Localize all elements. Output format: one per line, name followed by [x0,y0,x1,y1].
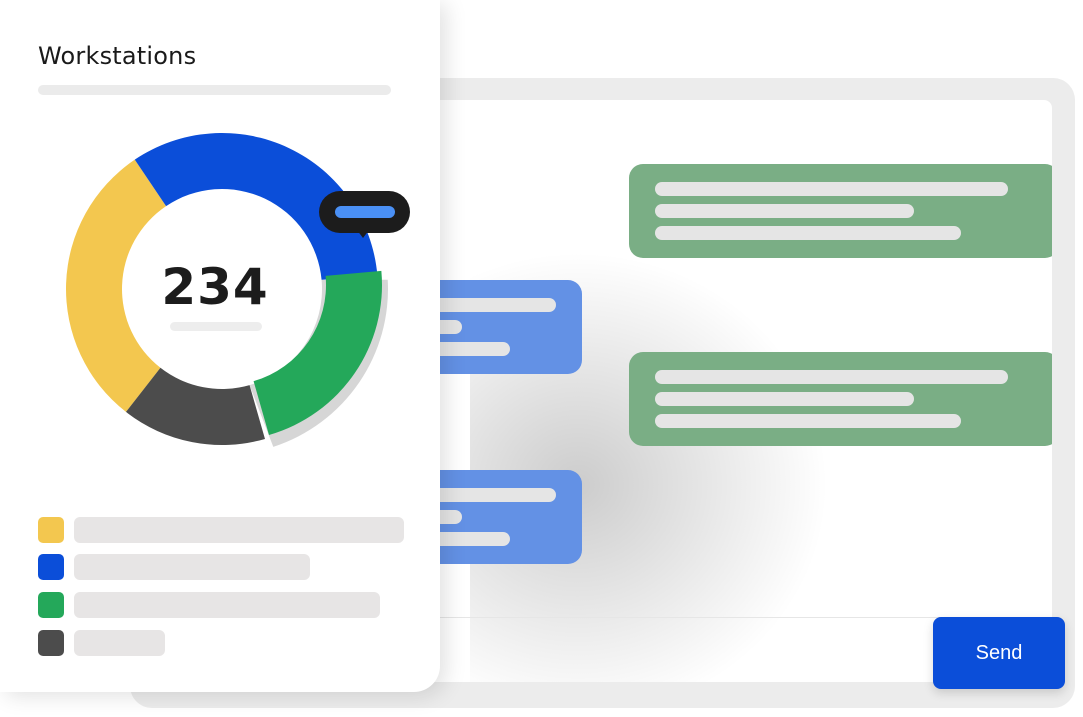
legend-swatch-yellow [38,517,64,543]
outgoing-message-bubble [629,352,1052,446]
total-count: 234 [161,258,269,316]
legend-label-placeholder [74,630,165,656]
message-text-line [655,204,914,218]
workstations-card: Workstations 234 [0,0,440,692]
legend-swatch-blue [38,554,64,580]
message-text-line [655,370,1008,384]
message-text-line [655,182,1008,196]
chart-tooltip-pointer [354,226,372,238]
legend-label-placeholder [74,517,404,543]
send-button[interactable]: Send [933,617,1065,689]
message-text-line [655,226,961,240]
message-text-line [655,414,961,428]
outgoing-message-bubble [629,164,1052,258]
legend-label-placeholder [74,554,310,580]
legend-swatch-green [38,592,64,618]
legend-label-placeholder [74,592,380,618]
total-caption-placeholder [170,322,262,331]
message-text-line [655,392,914,406]
donut-chart [65,133,389,447]
chart-tooltip-value-bar [335,206,395,218]
legend-swatch-dark-gray [38,630,64,656]
